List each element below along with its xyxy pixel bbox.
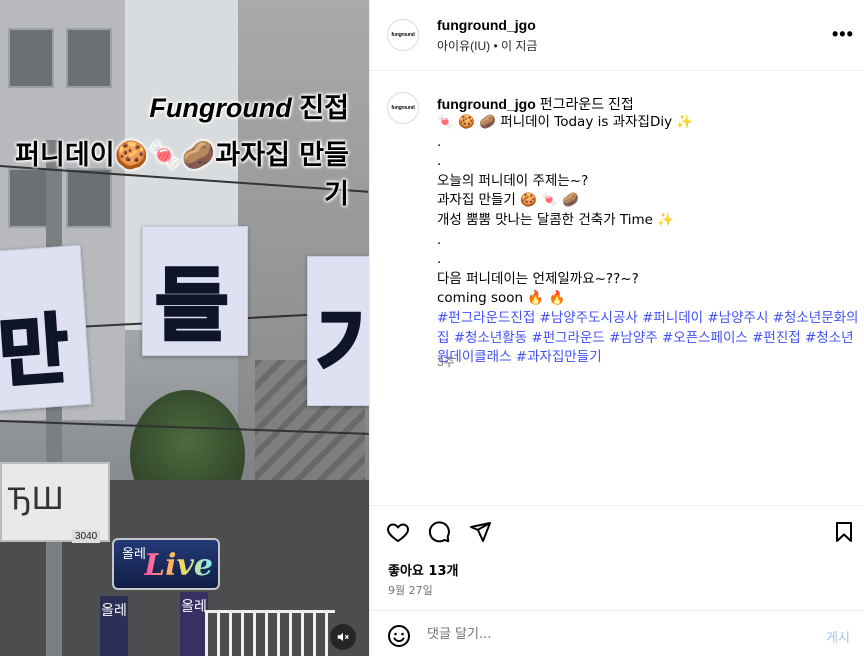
comment-button[interactable]	[425, 518, 453, 546]
caption-line: .	[437, 231, 442, 248]
caption-line: 다음 퍼니데이는 언제일까요~??~?	[437, 270, 639, 287]
header-subline: 아이유(IU) • 이 지금	[437, 37, 537, 54]
caption-line: 과자집 만들기 🍪 🍬 🥔	[437, 192, 580, 209]
heart-icon	[387, 523, 409, 542]
action-bar: 좋아요 13개 9월 27일	[370, 505, 864, 610]
media-window	[8, 28, 54, 88]
save-button[interactable]	[830, 518, 858, 546]
caption-line: 오늘의 퍼니데이 주제는~?	[437, 172, 589, 189]
media-window	[66, 28, 112, 88]
overlay-line1-rest: 진접	[299, 93, 349, 123]
caption-line: 개성 뿜뿜 맛나는 달콤한 건축가 Time ✨	[437, 211, 675, 228]
caption-username[interactable]: funground_jgo	[437, 96, 536, 112]
like-button[interactable]	[384, 518, 412, 546]
letter-card: 기	[307, 256, 369, 406]
more-options-icon[interactable]: •••	[832, 24, 854, 45]
post-comment-button[interactable]: 게시	[826, 627, 850, 646]
caption-line: coming soon 🔥 🔥	[437, 290, 566, 307]
avatar[interactable]: funground	[387, 92, 419, 124]
live-sign-top: 올레	[122, 547, 146, 562]
bookmark-icon	[836, 522, 852, 542]
media-overlay-title: Funground 진접 퍼니데이🍪🍬🥔과자집 만들기	[0, 86, 349, 211]
avatar-logo: funground	[391, 32, 415, 38]
media-fence	[205, 610, 335, 656]
caption-line: .	[437, 133, 442, 150]
paper-plane-icon	[470, 522, 491, 542]
caption-age: 3주	[437, 355, 455, 369]
caption-body: 🍬 🍪 🥔 퍼니데이 Today is 과자집Diy ✨ . . 오늘의 퍼니데…	[437, 113, 862, 368]
letter-card-glyph: 만	[0, 303, 73, 400]
caption-line: 🍬 🍪 🥔 퍼니데이 Today is 과자집Diy ✨	[437, 114, 694, 130]
overlay-line1: Funground 진접	[0, 86, 349, 125]
likes-count[interactable]: 좋아요 13개	[388, 560, 458, 579]
letter-card-glyph: 기	[315, 298, 369, 394]
shop-number: 3040	[72, 530, 101, 543]
post-panel: funground funground_jgo 아이유(IU) • 이 지금 •…	[369, 0, 864, 656]
post-date: 9월 27일	[388, 584, 433, 597]
caption-title: 펀그라운드 진접	[539, 96, 634, 112]
avatar[interactable]: funground	[387, 19, 419, 51]
speaker-muted-icon	[337, 632, 349, 642]
header-time: 이 지금	[501, 39, 538, 53]
audio-link[interactable]: 아이유(IU)	[437, 39, 490, 53]
caption-header: funground_jgo 펀그라운드 진접	[437, 94, 634, 114]
mute-button[interactable]	[330, 624, 356, 650]
shop-sign-text: ЂШ	[8, 482, 64, 517]
comment-input[interactable]	[427, 623, 767, 645]
media-live-sign: 올레 Live	[112, 538, 220, 590]
letter-card: 만	[0, 244, 92, 412]
comment-bar: 게시	[370, 610, 864, 656]
post-media[interactable]: ЂШ 3040 올레 Live 올레 올레 만 들 기 Funground 진접…	[0, 0, 369, 656]
smiley-icon	[388, 625, 410, 647]
vertical-sign: 올레	[100, 596, 128, 656]
overlay-brand: Funground	[149, 93, 292, 123]
caption-line: .	[437, 153, 442, 170]
header-username[interactable]: funground_jgo	[437, 17, 536, 33]
live-sign-main: Live	[144, 548, 214, 583]
comment-icon	[428, 521, 450, 543]
vertical-sign: 올레	[180, 592, 208, 656]
avatar-logo: funground	[391, 105, 415, 111]
separator-dot: •	[493, 39, 498, 53]
hashtag-list[interactable]: #펀그라운드진접 #남양주도시공사 #퍼니데이 #남양주시 #청소년문화의집 #…	[437, 309, 862, 368]
overlay-line2: 퍼니데이🍪🍬🥔과자집 만들기	[15, 140, 349, 210]
emoji-button[interactable]	[385, 622, 413, 650]
letter-card: 들	[142, 226, 248, 356]
post-header: funground funground_jgo 아이유(IU) • 이 지금 •…	[370, 0, 864, 71]
letter-card-glyph: 들	[154, 258, 231, 354]
caption-line: .	[437, 251, 442, 268]
share-button[interactable]	[466, 518, 494, 546]
